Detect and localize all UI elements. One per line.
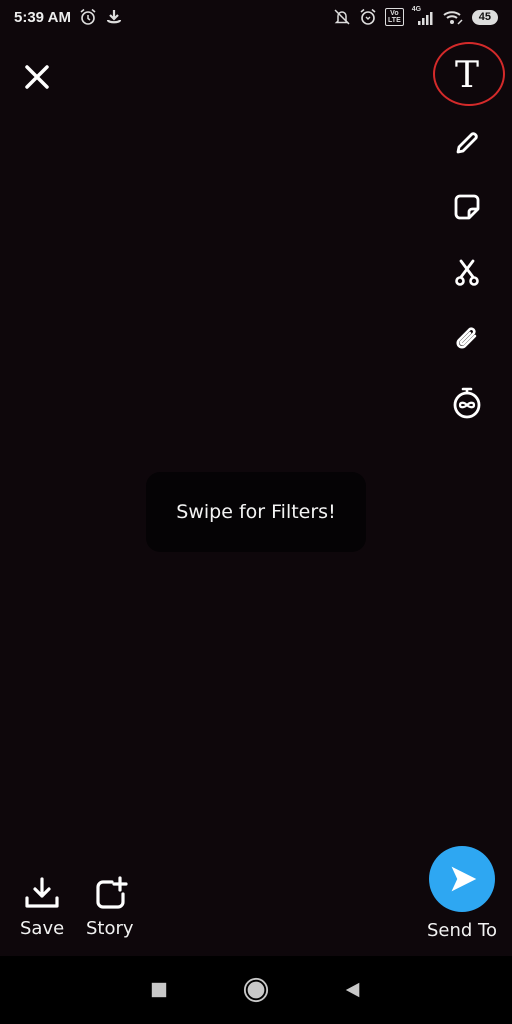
- volte-bottom: LTE: [388, 17, 401, 24]
- filters-hint: Swipe for Filters!: [146, 472, 366, 552]
- send-arrow-icon: [451, 866, 477, 892]
- paperclip-icon: [456, 327, 477, 349]
- battery-icon: 45: [471, 9, 498, 25]
- save-button[interactable]: Save: [20, 876, 64, 939]
- status-bar: 5:39 AM Vo LTE 4G 45: [0, 0, 512, 34]
- system-navigation-bar: [0, 956, 512, 1024]
- story-label: Story: [86, 918, 134, 939]
- status-right: Vo LTE 4G 45: [333, 6, 498, 26]
- download-icon: [106, 10, 122, 24]
- volte-icon: Vo LTE: [385, 8, 404, 26]
- attachment-tool-button[interactable]: [422, 314, 512, 364]
- battery-level: 45: [478, 10, 491, 23]
- infinity-timer-icon: [453, 387, 481, 419]
- save-icon: [25, 877, 59, 908]
- volte-top: Vo: [390, 10, 399, 17]
- text-tool-button[interactable]: T: [422, 40, 512, 110]
- scissors-tool-button[interactable]: [422, 248, 512, 298]
- close-button[interactable]: [22, 62, 52, 92]
- scissors-icon: [455, 259, 479, 286]
- close-icon: [25, 65, 49, 89]
- draw-tool-button[interactable]: [422, 116, 512, 166]
- sticker-tool-button[interactable]: [422, 182, 512, 232]
- back-button[interactable]: [338, 975, 368, 1005]
- send-to-button[interactable]: [429, 846, 495, 912]
- pencil-icon: [456, 132, 478, 154]
- timer-tool-button[interactable]: [422, 378, 512, 428]
- status-time: 5:39 AM: [14, 8, 71, 26]
- filters-hint-text: Swipe for Filters!: [176, 501, 336, 523]
- recents-icon: [151, 982, 166, 998]
- recents-button[interactable]: [144, 975, 174, 1005]
- alarm-icon: [360, 8, 376, 25]
- alarm-icon: [80, 8, 96, 25]
- save-label: Save: [20, 918, 65, 939]
- home-icon: [243, 977, 269, 1003]
- signal-bars: [417, 12, 433, 25]
- sticker-icon: [454, 194, 480, 220]
- home-button[interactable]: [241, 975, 271, 1005]
- story-button[interactable]: Story: [86, 876, 134, 939]
- add-story-icon: [96, 876, 128, 909]
- send-to-label: Send To: [426, 920, 497, 941]
- mute-notifications-icon: [334, 9, 350, 25]
- status-left: 5:39 AM: [14, 8, 123, 26]
- back-icon: [346, 982, 360, 998]
- wifi-icon: [443, 11, 463, 25]
- text-icon: T: [454, 54, 479, 96]
- signal-4g-icon: 4G: [412, 6, 434, 26]
